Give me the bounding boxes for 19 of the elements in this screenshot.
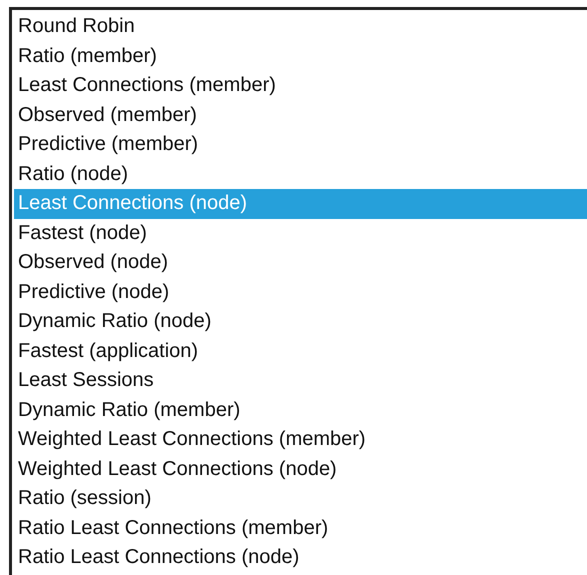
list-option[interactable]: Weighted Least Connections (member) bbox=[14, 425, 587, 454]
list-option[interactable]: Ratio (session) bbox=[14, 484, 587, 514]
list-option[interactable]: Fastest (application) bbox=[14, 336, 587, 366]
list-option[interactable]: Round Robin bbox=[14, 12, 587, 42]
list-option[interactable]: Dynamic Ratio (node) bbox=[14, 307, 587, 336]
list-option[interactable]: Least Sessions bbox=[14, 366, 587, 396]
listbox[interactable] bbox=[9, 7, 587, 575]
list-option[interactable]: Dynamic Ratio (member) bbox=[14, 396, 587, 425]
list-option[interactable]: Ratio (node) bbox=[14, 160, 587, 189]
list-option[interactable]: Least Connections (member) bbox=[14, 71, 587, 100]
list-option[interactable]: Ratio Least Connections (node) bbox=[14, 543, 587, 572]
list-option[interactable]: Observed (member) bbox=[14, 100, 587, 130]
list-option[interactable]: Predictive (node) bbox=[14, 278, 587, 307]
list-option[interactable]: Ratio (member) bbox=[14, 42, 587, 71]
list-option[interactable]: Ratio Least Connections (member) bbox=[14, 514, 587, 543]
list-option[interactable]: Predictive (member) bbox=[14, 130, 587, 160]
list-option[interactable]: Fastest (node) bbox=[14, 218, 587, 248]
list-option[interactable]: Weighted Least Connections (node) bbox=[14, 454, 587, 484]
list-option[interactable]: Observed (node) bbox=[14, 248, 587, 278]
